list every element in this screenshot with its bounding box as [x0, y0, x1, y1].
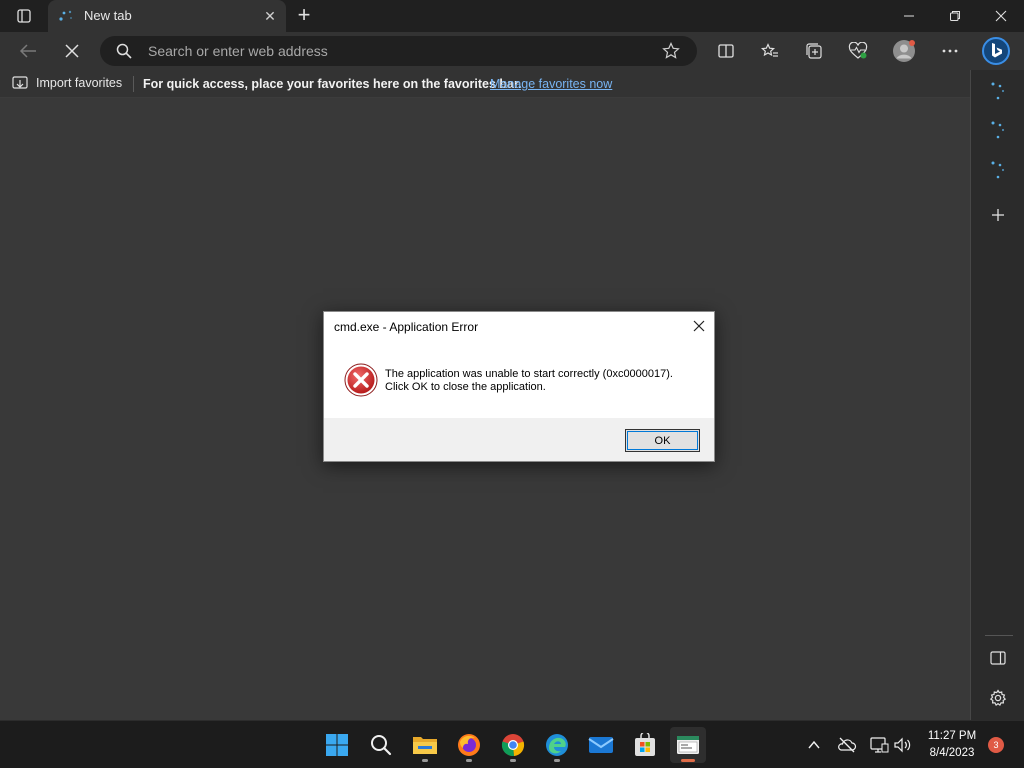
error-icon [344, 363, 378, 397]
edge-sidebar [970, 70, 1024, 720]
stop-loading-button[interactable] [57, 36, 87, 66]
dialog-message-line-2: Click OK to close the application. [385, 381, 546, 393]
mail-icon[interactable] [583, 727, 619, 763]
sidebar-app-loading-icon[interactable] [984, 156, 1012, 184]
browser-essentials-icon[interactable] [843, 36, 873, 66]
favorites-bar: Import favorites For quick access, place… [0, 70, 970, 98]
collections-icon[interactable] [799, 36, 829, 66]
split-screen-icon[interactable] [711, 36, 741, 66]
address-bar[interactable] [100, 36, 697, 66]
dialog-title: cmd.exe - Application Error [334, 320, 479, 334]
import-icon [12, 76, 28, 89]
manage-favorites-link[interactable]: Manage favorites now [490, 77, 612, 91]
ok-button[interactable]: OK [625, 429, 700, 452]
dialog-footer: OK [324, 418, 714, 461]
sidebar-add-icon[interactable] [984, 201, 1012, 229]
more-options-icon[interactable] [935, 36, 965, 66]
edge-icon[interactable] [539, 727, 575, 763]
profile-avatar[interactable] [889, 36, 919, 66]
volume-icon[interactable] [893, 735, 913, 755]
chrome-icon[interactable] [495, 727, 531, 763]
search-icon [116, 43, 132, 59]
back-button[interactable] [13, 36, 43, 66]
search-icon[interactable] [363, 727, 399, 763]
onedrive-offline-icon[interactable] [837, 735, 857, 755]
tab-close-icon[interactable]: ✕ [262, 8, 278, 24]
start-icon[interactable] [319, 727, 355, 763]
bing-copilot-icon[interactable] [981, 36, 1011, 66]
dialog-message-line-1: The application was unable to start corr… [385, 368, 673, 380]
address-input[interactable] [148, 42, 628, 60]
application-error-dialog: cmd.exe - Application Error The applicat… [323, 311, 715, 462]
sidebar-divider [985, 635, 1013, 636]
clock-time[interactable]: 11:27 PM [922, 730, 982, 742]
import-favorites-button[interactable]: Import favorites [12, 75, 122, 91]
close-window-button[interactable] [978, 0, 1024, 32]
minimize-button[interactable] [886, 0, 932, 32]
favorites-divider [133, 76, 134, 92]
sidebar-app-loading-icon[interactable] [984, 116, 1012, 144]
clock-date[interactable]: 8/4/2023 [922, 747, 982, 759]
favorites-icon[interactable] [755, 36, 785, 66]
loading-spinner-icon [58, 8, 74, 24]
close-icon [693, 320, 705, 332]
hide-sidebar-icon[interactable] [984, 644, 1012, 672]
settings-gear-icon[interactable] [984, 684, 1012, 712]
favorites-bar-message: For quick access, place your favorites h… [143, 77, 522, 91]
file-explorer-icon[interactable] [407, 727, 443, 763]
show-hidden-icons-chevron-up-icon[interactable] [806, 737, 822, 753]
tab-new-tab[interactable]: New tab ✕ [48, 0, 286, 32]
tab-title: New tab [84, 8, 132, 23]
dialog-close-button[interactable] [684, 312, 714, 340]
store-icon[interactable] [627, 727, 663, 763]
navigation-toolbar [0, 32, 1024, 70]
network-icon[interactable] [869, 735, 889, 755]
import-favorites-label: Import favorites [36, 76, 123, 90]
tab-actions-icon[interactable] [10, 6, 38, 26]
restore-button[interactable] [932, 0, 978, 32]
new-tab-button[interactable]: + [292, 4, 316, 28]
notification-badge[interactable]: 3 [988, 737, 1004, 753]
taskbar: 11:27 PM 8/4/2023 3 [0, 720, 1024, 768]
cmd-icon[interactable] [670, 727, 706, 763]
firefox-icon[interactable] [451, 727, 487, 763]
favorite-star-icon[interactable] [662, 42, 680, 60]
sidebar-app-loading-icon[interactable] [984, 77, 1012, 105]
tab-strip: New tab ✕ + [0, 0, 1024, 32]
